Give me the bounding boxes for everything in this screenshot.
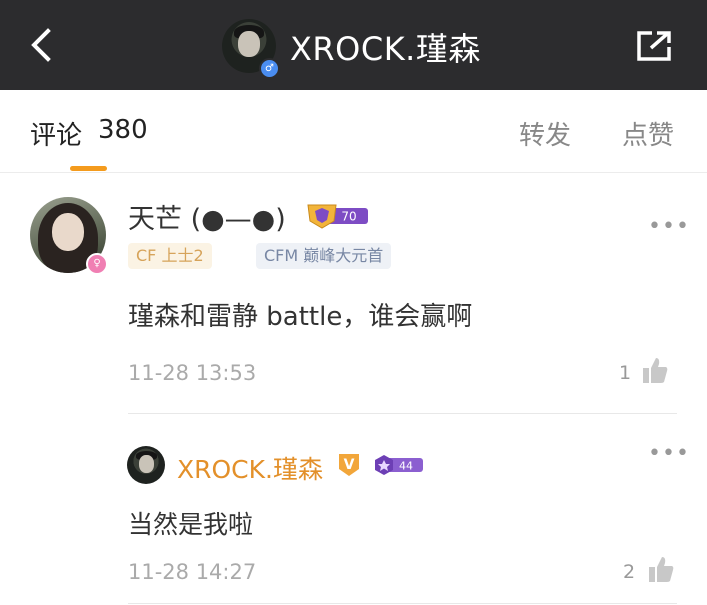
thumb-up-icon[interactable] bbox=[648, 555, 674, 583]
level-badge-icon: 44 bbox=[375, 455, 423, 475]
more-options-icon[interactable]: ••• bbox=[648, 214, 690, 239]
comments-count[interactable]: 380 bbox=[98, 115, 148, 145]
comment-time: 11-28 13:53 bbox=[128, 361, 257, 385]
commenter-name[interactable]: 天芒 (●—●) bbox=[128, 197, 286, 236]
female-icon: ♀ bbox=[86, 253, 108, 275]
tab-bar: 评论 380 转发 点赞 bbox=[0, 90, 707, 173]
game-rank-tag-cfm[interactable]: CFM 巅峰大元首 bbox=[256, 243, 392, 269]
male-icon: ♂ bbox=[259, 58, 280, 79]
reply-like-count: 2 bbox=[623, 561, 636, 583]
replier-level: 44 bbox=[399, 460, 413, 473]
divider bbox=[128, 603, 677, 604]
game-rank-tag-cf[interactable]: CF 上士2 bbox=[128, 243, 212, 269]
tab-repost[interactable]: 转发 bbox=[519, 115, 571, 152]
thumb-up-icon[interactable] bbox=[642, 356, 668, 384]
reply-time: 11-28 14:27 bbox=[128, 560, 257, 584]
page-title: XROCK.瑾森 bbox=[290, 30, 481, 68]
replier-name[interactable]: XROCK.瑾森 bbox=[177, 450, 323, 486]
tab-comments[interactable]: 评论 bbox=[30, 115, 82, 152]
verified-v-icon: V bbox=[339, 454, 359, 476]
rank-badge-icon: 70 bbox=[307, 204, 368, 229]
divider bbox=[128, 413, 677, 414]
back-icon[interactable] bbox=[22, 25, 62, 65]
replier-avatar[interactable] bbox=[127, 446, 165, 484]
comment-like-count: 1 bbox=[619, 362, 632, 384]
share-icon[interactable] bbox=[636, 30, 672, 62]
comment-text: 瑾森和雷静 battle，谁会赢啊 bbox=[128, 302, 473, 332]
svg-text:V: V bbox=[344, 457, 355, 473]
active-tab-indicator bbox=[70, 166, 107, 171]
commenter-level: 70 bbox=[341, 210, 356, 224]
top-bar: ♂ XROCK.瑾森 bbox=[0, 0, 707, 90]
reply-text: 当然是我啦 bbox=[128, 510, 254, 539]
more-options-icon[interactable]: ••• bbox=[648, 441, 690, 466]
tab-like[interactable]: 点赞 bbox=[622, 115, 674, 152]
